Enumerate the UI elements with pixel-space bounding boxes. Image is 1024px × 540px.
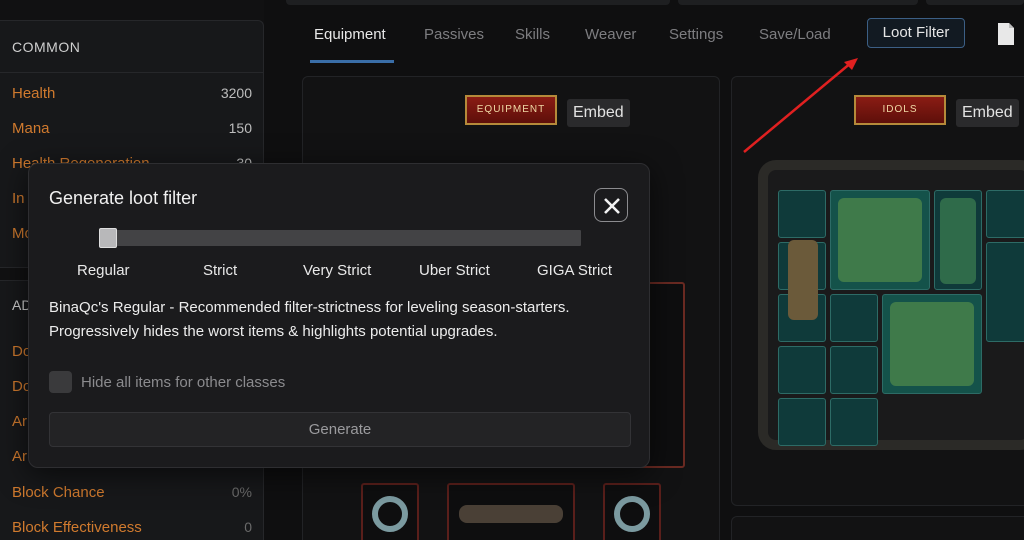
idols-pane-lower — [731, 516, 1024, 540]
idol-slot[interactable] — [986, 190, 1024, 238]
level-strict[interactable]: Strict — [203, 262, 237, 279]
main-tabs: Equipment Passives Skills Weaver Setting… — [300, 18, 1024, 64]
top-strip-segment — [286, 0, 670, 5]
tab-equipment[interactable]: Equipment — [314, 26, 386, 43]
close-icon — [604, 198, 620, 214]
top-strip-segment — [678, 0, 918, 5]
tab-settings[interactable]: Settings — [669, 26, 723, 43]
file-icon[interactable] — [997, 22, 1015, 46]
idol-slot[interactable] — [830, 346, 878, 394]
ring-icon — [614, 496, 650, 532]
strictness-description: BinaQc's Regular - Recommended filter-st… — [49, 296, 629, 344]
belt-icon — [459, 505, 563, 523]
stat-label: Block Effectiveness — [12, 519, 142, 536]
idol-slot[interactable] — [778, 346, 826, 394]
stat-value: 0% — [231, 484, 252, 500]
tab-skills[interactable]: Skills — [515, 26, 550, 43]
level-regular[interactable]: Regular — [77, 262, 130, 279]
stat-label: Mana — [12, 120, 50, 137]
idol-slot[interactable] — [778, 398, 826, 446]
idol-slot[interactable] — [830, 398, 878, 446]
stat-value: 3200 — [220, 85, 252, 101]
stat-block-effectiveness: Block Effectiveness 0 — [12, 519, 252, 539]
idol-icon — [940, 198, 976, 284]
stat-label: Ar — [12, 448, 27, 465]
top-strip-segment — [926, 0, 1024, 5]
strictness-slider-thumb[interactable] — [99, 228, 117, 248]
idol-icon — [788, 240, 818, 320]
active-tab-indicator — [310, 60, 394, 63]
stat-value: 150 — [228, 120, 252, 136]
idol-icon — [890, 302, 974, 386]
stat-label: In — [12, 190, 25, 207]
ring-icon — [372, 496, 408, 532]
idol-icon — [838, 198, 922, 282]
description-line: Progressively hides the worst items & hi… — [49, 323, 498, 340]
belt-slot[interactable] — [447, 483, 575, 540]
app-root: COMMON Health 3200 Mana 150 Health Regen… — [0, 0, 1024, 540]
stat-value: 0 — [244, 519, 252, 535]
stat-mana: Mana 150 — [12, 120, 252, 140]
stat-label: Block Chance — [12, 484, 105, 501]
stat-health: Health 3200 — [12, 85, 252, 105]
idol-slot[interactable] — [778, 190, 826, 238]
level-very-strict[interactable]: Very Strict — [303, 262, 371, 279]
loot-filter-button[interactable]: Loot Filter — [867, 18, 965, 48]
generate-button[interactable]: Generate — [49, 412, 631, 447]
level-giga-strict[interactable]: GIGA Strict — [537, 262, 612, 279]
ring-slot-left[interactable] — [361, 483, 419, 540]
stat-label: Ar — [12, 413, 27, 430]
stat-block-chance: Block Chance 0% — [12, 484, 252, 504]
idol-slot[interactable] — [830, 294, 878, 342]
idol-grid — [758, 160, 1024, 450]
strictness-slider[interactable] — [99, 230, 581, 246]
level-uber-strict[interactable]: Uber Strict — [419, 262, 490, 279]
tab-weaver[interactable]: Weaver — [585, 26, 636, 43]
tab-passives[interactable]: Passives — [424, 26, 484, 43]
idols-embed-button[interactable]: Embed — [956, 99, 1019, 127]
idols-banner: IDOLS — [854, 95, 946, 125]
hide-other-classes-label[interactable]: Hide all items for other classes — [81, 374, 285, 391]
idol-slot[interactable] — [986, 242, 1024, 342]
common-section-header: COMMON — [0, 21, 263, 73]
equipment-banner: EQUIPMENT — [465, 95, 557, 125]
equipment-embed-button[interactable]: Embed — [567, 99, 630, 127]
annotation-arrow-icon — [743, 58, 858, 153]
stat-label: Health — [12, 85, 56, 102]
close-button[interactable] — [594, 188, 628, 222]
hide-other-classes-checkbox[interactable] — [49, 371, 72, 393]
ring-slot-right[interactable] — [603, 483, 661, 540]
description-line: BinaQc's Regular - Recommended filter-st… — [49, 299, 570, 316]
generate-loot-filter-dialog: Generate loot filter Regular Strict Very… — [28, 163, 650, 468]
dialog-title: Generate loot filter — [49, 188, 198, 208]
top-strip — [286, 0, 1024, 6]
tab-save-load[interactable]: Save/Load — [759, 26, 831, 43]
